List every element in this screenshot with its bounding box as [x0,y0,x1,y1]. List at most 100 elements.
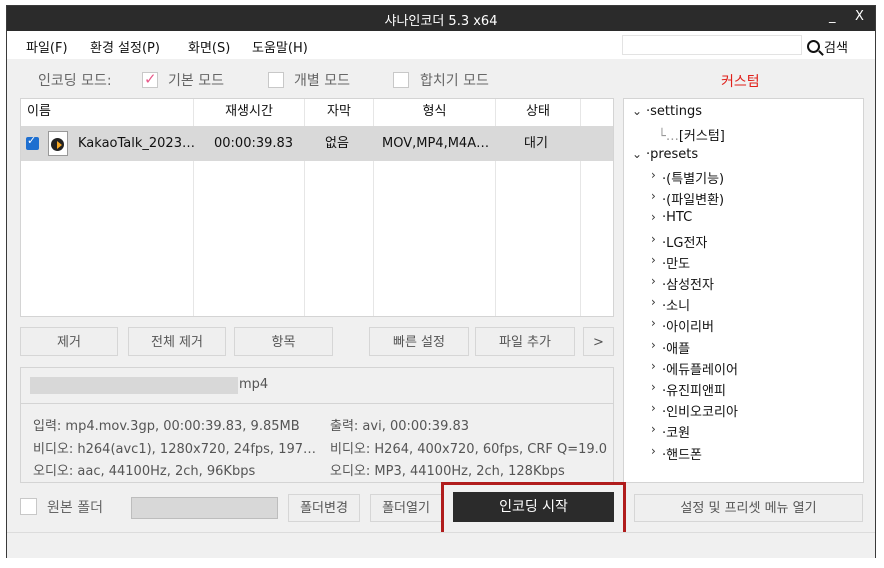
chevron-right-icon[interactable]: › [651,422,656,436]
tree-node-preset-label: 삼성전자 [666,278,714,293]
tree-node-presets-label: presets [650,147,699,162]
merge-mode-checkbox[interactable] [393,72,409,88]
info-divider [21,403,613,404]
tree-node-preset[interactable]: ·유진피앤피 [662,380,726,399]
chevron-right-icon[interactable]: › [651,444,656,458]
chevron-down-icon[interactable]: ⌄ [632,147,642,161]
output-video: 비디오: H264, 400x720, 60fps, CRF Q=19.0 [330,442,608,457]
tree-node-settings-label: settings [650,104,702,119]
input-audio: 오디오: aac, 44100Hz, 2ch, 96Kbps [33,464,256,479]
tree-node-preset-label: (특별기능) [666,172,725,187]
tree-node-preset[interactable]: ·아이리버 [662,316,714,335]
menu-file[interactable]: 파일(F) [26,37,68,56]
tree-node-preset[interactable]: ·(특별기능) [662,168,724,187]
menu-help[interactable]: 도움말(H) [252,37,308,56]
tree-node-preset-label: 아이리버 [666,320,714,336]
table-row[interactable]: KakaoTalk_2023… 00:00:39.83 없음 MOV,MP4,M… [21,126,613,161]
source-folder-checkbox[interactable] [20,498,37,515]
tree-node-preset[interactable]: ·인비오코리아 [662,401,738,420]
tree-node-preset-label: 애플 [666,341,691,357]
menu-settings[interactable]: 환경 설정(P) [90,37,160,56]
chevron-right-icon[interactable]: › [651,295,656,309]
search-label: 검색 [824,41,848,56]
tree-node-preset[interactable]: ·애플 [662,338,690,357]
row-name: KakaoTalk_2023… [78,136,195,151]
tree-node-custom[interactable]: └…[커스텀] [658,125,725,144]
header-format[interactable]: 형식 [374,99,495,125]
individual-mode-checkbox[interactable] [268,72,284,88]
minimize-button[interactable]: _ [829,9,836,24]
filename-redacted [30,377,238,394]
video-file-icon [48,131,68,156]
chevron-right-icon[interactable]: › [651,232,656,246]
tree-node-preset-label: LG전자 [666,235,708,251]
menu-bar: 파일(F) 환경 설정(P) 화면(S) 도움말(H) 검색 [7,31,875,59]
chevron-right-icon[interactable]: › [651,338,656,352]
input-summary: 입력: mp4.mov.3gp, 00:00:39.83, 9.85MB [33,419,300,434]
change-folder-button[interactable]: 폴더변경 [288,494,360,522]
open-settings-menu-button[interactable]: 설정 및 프리셋 메뉴 열기 [634,494,863,522]
filename-extension: mp4 [239,377,269,392]
tree-branch-icon: └… [658,129,679,144]
chevron-right-icon[interactable]: › [651,274,656,288]
file-list: 이름 재생시간 자막 형식 상태 KakaoTalk_2023… 00:00:3… [20,98,614,317]
header-subtitle[interactable]: 자막 [305,99,373,125]
row-duration: 00:00:39.83 [214,136,294,151]
chevron-down-icon[interactable]: ⌄ [632,104,642,118]
preset-tree: ⌄ ·settings └…[커스텀] ⌄ ·presets › ·(특별기능) ›… [623,98,864,483]
item-button[interactable]: 항목 [234,327,333,356]
tree-node-preset[interactable]: ·코원 [662,422,690,441]
tree-node-preset[interactable]: ·삼성전자 [662,274,714,293]
row-checkbox[interactable] [26,134,39,150]
close-button[interactable]: X [855,9,864,24]
merge-mode-label: 합치기 모드 [420,73,489,89]
play-icon [57,141,62,149]
row-format: MOV,MP4,M4A… [382,136,490,151]
remove-button[interactable]: 제거 [20,327,118,356]
basic-mode-checkbox[interactable] [142,70,158,88]
chevron-right-icon[interactable]: › [651,359,656,373]
window-title: 샤나인코더 5.3 x64 [384,14,498,29]
tree-node-preset[interactable]: ·HTC [662,210,692,225]
app-window: 샤나인코더 5.3 x64 _ X 파일(F) 환경 설정(P) 화면(S) 도… [6,5,876,558]
tree-node-preset-label: HTC [666,210,693,226]
chevron-right-icon[interactable]: › [651,253,656,267]
tree-node-preset-label: (파일변환) [666,193,725,209]
header-name[interactable]: 이름 [27,99,67,125]
tree-node-custom-label: [커스텀] [678,129,725,144]
folder-path-field[interactable] [131,497,278,519]
quick-settings-button[interactable]: 빠른 설정 [369,327,469,356]
header-duration[interactable]: 재생시간 [194,99,304,125]
source-folder-label: 원본 폴더 [47,500,103,516]
row-status: 대기 [524,136,548,151]
tree-node-preset[interactable]: ·핸드폰 [662,444,702,463]
custom-link[interactable]: 커스텀 [721,71,760,91]
remove-all-button[interactable]: 전체 제거 [128,327,226,356]
add-file-button[interactable]: 파일 추가 [475,327,575,356]
tree-node-preset-label: 코원 [666,426,691,442]
encoding-mode-bar: 인코딩 모드: 기본 모드 개별 모드 합치기 모드 커스텀 [7,59,875,97]
more-button[interactable]: > [583,327,614,356]
header-status[interactable]: 상태 [496,99,580,125]
tree-node-preset[interactable]: ·소니 [662,295,690,314]
chevron-right-icon[interactable]: › [651,380,656,394]
chevron-right-icon[interactable]: › [651,401,656,415]
title-bar: 샤나인코더 5.3 x64 _ X [7,6,875,31]
chevron-right-icon[interactable]: › [651,168,656,182]
tree-node-preset[interactable]: ·에듀플레이어 [662,359,738,378]
tree-node-preset-label: 만도 [666,256,691,272]
chevron-right-icon[interactable]: › [651,210,656,224]
chevron-right-icon[interactable]: › [651,316,656,330]
search-input[interactable] [622,35,802,55]
tree-node-preset[interactable]: ·LG전자 [662,232,707,251]
tree-node-presets[interactable]: ·presets [646,147,698,162]
tree-node-preset[interactable]: ·만도 [662,253,690,272]
search-button[interactable]: 검색 [807,37,848,56]
chevron-right-icon[interactable]: › [651,189,656,203]
tree-node-preset-label: 핸드폰 [666,447,703,463]
tree-node-settings[interactable]: ·settings [646,104,702,119]
open-folder-button[interactable]: 폴더열기 [370,494,442,522]
tree-node-preset-label: 소니 [666,299,691,315]
menu-view[interactable]: 화면(S) [188,37,230,56]
tree-node-preset[interactable]: ·(파일변환) [662,189,724,208]
